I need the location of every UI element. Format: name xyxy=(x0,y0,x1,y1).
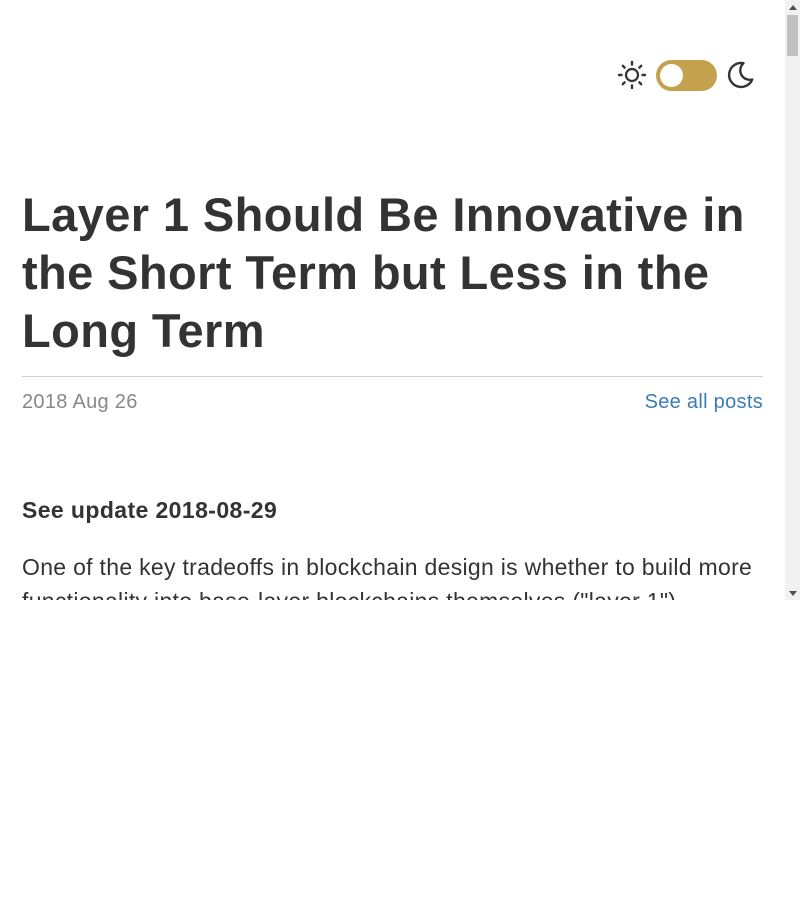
scroll-up-arrow-icon[interactable] xyxy=(785,0,800,14)
vertical-scrollbar[interactable] xyxy=(785,0,800,600)
scroll-down-arrow-icon[interactable] xyxy=(785,586,800,600)
scroll-thumb[interactable] xyxy=(787,15,798,56)
theme-switch-knob xyxy=(660,63,683,87)
update-heading[interactable]: See update 2018-08-29 xyxy=(22,496,277,524)
browser-viewport: Layer 1 Should Be Innovative in the Shor… xyxy=(0,0,800,600)
post-date: 2018 Aug 26 xyxy=(22,391,138,413)
theme-switch[interactable] xyxy=(656,59,717,91)
sun-icon xyxy=(616,59,648,91)
title-divider xyxy=(22,376,763,377)
intro-paragraph: One of the key tradeoffs in blockchain d… xyxy=(22,554,753,600)
post-title: Layer 1 Should Be Innovative in the Shor… xyxy=(22,188,745,357)
see-all-posts-link[interactable]: See all posts xyxy=(645,390,763,414)
moon-icon xyxy=(724,59,756,91)
page-content: Layer 1 Should Be Innovative in the Shor… xyxy=(0,0,785,600)
theme-toggle xyxy=(616,58,756,92)
